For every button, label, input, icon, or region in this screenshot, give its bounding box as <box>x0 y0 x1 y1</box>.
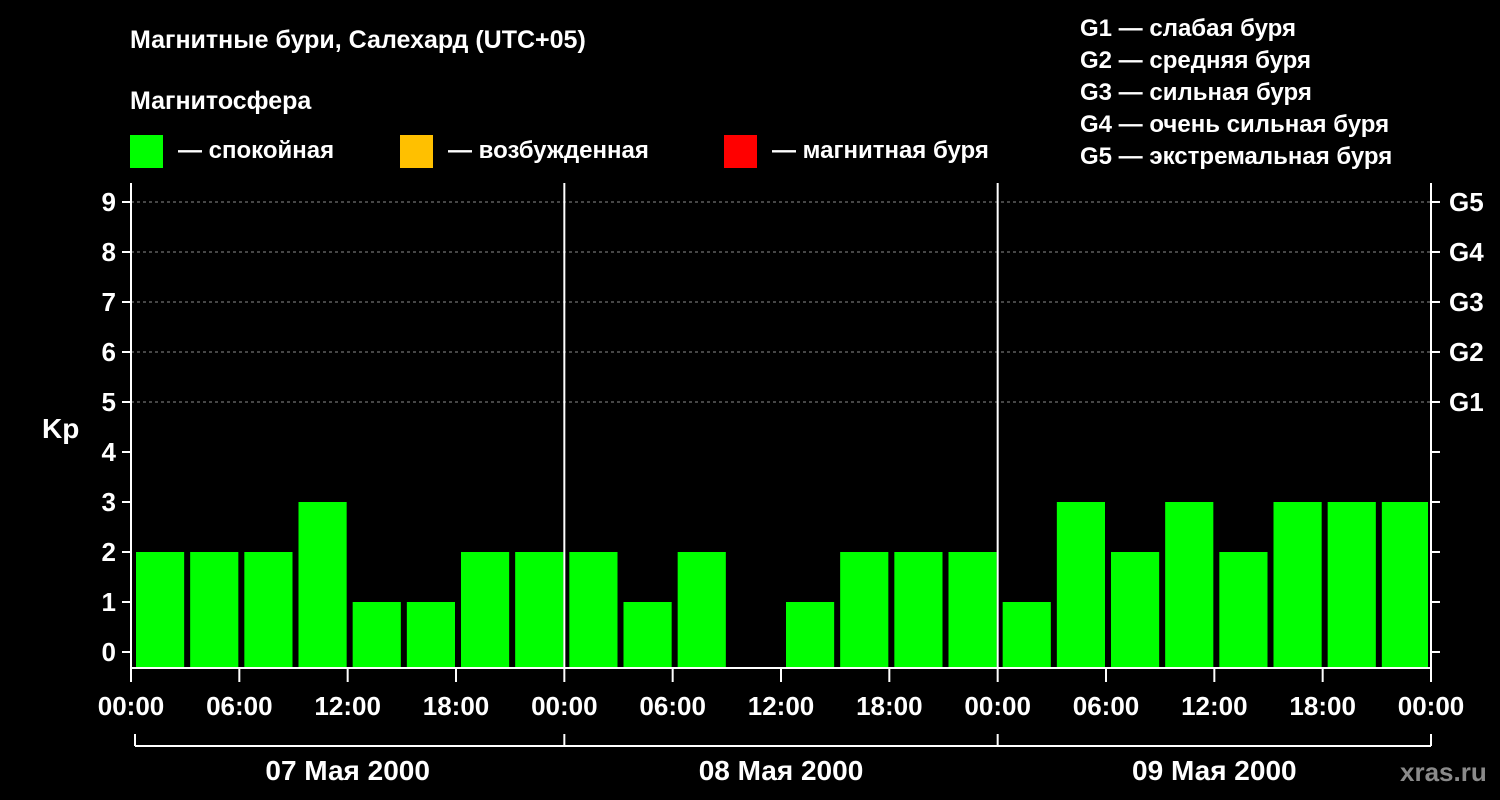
x-tick-label: 18:00 <box>423 691 490 721</box>
y-tick-label: 3 <box>102 487 116 517</box>
kp-bar <box>1056 502 1105 668</box>
kp-bar <box>1273 502 1322 668</box>
storm-scale-legend: G1 — слабая буря G2 — средняя буря G3 — … <box>1080 15 1392 170</box>
kp-bar <box>569 552 618 668</box>
magnetosphere-label: Магнитосфера <box>130 87 312 115</box>
x-tick-label: 00:00 <box>964 691 1031 721</box>
kp-bar <box>894 552 943 668</box>
storm-scale-g5: G5 — экстремальная буря <box>1080 143 1392 170</box>
legend-label-storm: — магнитная буря <box>772 137 989 164</box>
kp-bar <box>136 552 185 668</box>
x-tick-label: 12:00 <box>1181 691 1248 721</box>
day-label: 07 Мая 2000 <box>265 755 430 786</box>
kp-bar <box>1327 502 1376 668</box>
kp-chart: Магнитные бури, Салехард (UTC+05) Магнит… <box>42 15 1487 787</box>
chart-title: Магнитные бури, Салехард (UTC+05) <box>130 26 586 54</box>
x-tick-label: 18:00 <box>856 691 923 721</box>
storm-level-label: G1 <box>1449 387 1484 417</box>
kp-bar <box>786 602 835 668</box>
kp-bar <box>948 552 997 668</box>
plot-area: 0 1 2 3 4 5 6 7 8 9 G1 G2 G3 G4 G5 00:00 06:00 12:00 18:00… <box>98 183 1484 786</box>
y-tick-label: 8 <box>102 237 116 267</box>
kp-bar <box>1165 502 1214 668</box>
kp-bar <box>1219 552 1268 668</box>
storm-level-label: G3 <box>1449 287 1484 317</box>
y-tick-label: 1 <box>102 587 116 617</box>
y-tick-label: 6 <box>102 337 116 367</box>
x-tick-label: 12:00 <box>314 691 381 721</box>
storm-scale-g4: G4 — очень сильная буря <box>1080 111 1389 138</box>
x-tick-label: 06:00 <box>1073 691 1140 721</box>
kp-bar <box>352 602 401 668</box>
kp-bar <box>406 602 455 668</box>
kp-bar <box>840 552 889 668</box>
x-tick-label: 00:00 <box>98 691 165 721</box>
kp-bar <box>461 552 510 668</box>
kp-bar <box>190 552 239 668</box>
day-label: 09 Мая 2000 <box>1132 755 1297 786</box>
kp-bar <box>1111 552 1160 668</box>
legend-label-quiet: — спокойная <box>178 137 334 164</box>
y-tick-label: 7 <box>102 287 116 317</box>
legend-swatch-disturbed <box>400 135 433 168</box>
storm-level-label: G2 <box>1449 337 1484 367</box>
y-tick-label: 2 <box>102 537 116 567</box>
kp-bar <box>298 502 347 668</box>
kp-bar <box>244 552 293 668</box>
y-tick-label: 4 <box>102 437 117 467</box>
x-tick-label: 12:00 <box>748 691 815 721</box>
x-tick-label: 06:00 <box>206 691 273 721</box>
x-tick-label: 18:00 <box>1289 691 1356 721</box>
x-tick-label: 00:00 <box>531 691 598 721</box>
kp-bar <box>515 552 564 668</box>
y-axis-label: Kp <box>42 413 79 444</box>
storm-scale-g1: G1 — слабая буря <box>1080 15 1296 42</box>
legend-swatch-quiet <box>130 135 163 168</box>
y-tick-label: 9 <box>102 187 116 217</box>
watermark: xras.ru <box>1400 757 1487 787</box>
kp-bar <box>1002 602 1051 668</box>
y-tick-label: 5 <box>102 387 116 417</box>
kp-bar <box>623 602 672 668</box>
legend: — спокойная — возбужденная — магнитная б… <box>130 135 989 168</box>
x-tick-label: 00:00 <box>1398 691 1465 721</box>
storm-scale-g3: G3 — сильная буря <box>1080 79 1312 106</box>
legend-swatch-storm <box>724 135 757 168</box>
kp-bar <box>1381 502 1428 668</box>
storm-level-label: G4 <box>1449 237 1484 267</box>
x-tick-label: 06:00 <box>639 691 706 721</box>
day-label: 08 Мая 2000 <box>699 755 864 786</box>
kp-bar <box>677 552 726 668</box>
storm-scale-g2: G2 — средняя буря <box>1080 47 1311 74</box>
y-tick-label: 0 <box>102 637 116 667</box>
storm-level-label: G5 <box>1449 187 1484 217</box>
legend-label-disturbed: — возбужденная <box>448 137 649 164</box>
